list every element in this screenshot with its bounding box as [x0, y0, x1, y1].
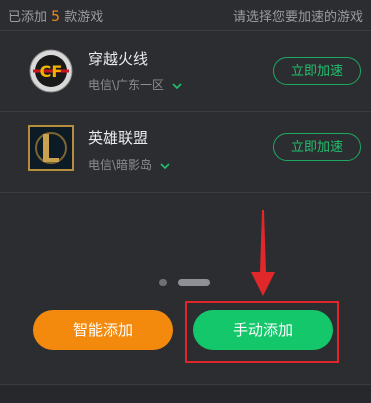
smart-add-button[interactable]: 智能添加	[33, 310, 173, 350]
accelerate-button[interactable]: 立即加速	[273, 133, 361, 161]
chevron-down-icon	[160, 159, 170, 173]
svg-text:CF: CF	[40, 62, 63, 81]
game-name: 英雄联盟	[88, 129, 149, 147]
added-prefix: 已添加	[8, 10, 48, 25]
server-label: 电信\广东一区	[88, 78, 165, 92]
game-row-crossfire: CF 穿越火线 电信\广东一区 立即加速	[0, 31, 371, 112]
annotation-arrow-icon	[251, 210, 275, 296]
page-dot[interactable]	[159, 279, 167, 286]
game-row-league-of-legends: 英雄联盟 电信\暗影岛 立即加速	[0, 112, 371, 193]
server-selector[interactable]: 电信\广东一区	[88, 76, 182, 93]
added-games-summary: 已添加 5 款游戏	[8, 6, 103, 25]
chevron-down-icon	[172, 79, 182, 93]
accelerate-button[interactable]: 立即加速	[273, 57, 361, 85]
server-selector[interactable]: 电信\暗影岛	[88, 156, 170, 173]
footer-bar	[0, 384, 371, 403]
header-bar: 已添加 5 款游戏 请选择您要加速的游戏	[0, 0, 371, 31]
game-name: 穿越火线	[88, 50, 149, 68]
select-game-hint: 请选择您要加速的游戏	[232, 10, 363, 25]
crossfire-logo-icon: CF	[28, 48, 74, 94]
server-label: 电信\暗影岛	[88, 158, 153, 172]
manual-add-button[interactable]: 手动添加	[193, 310, 333, 350]
league-of-legends-logo-icon	[28, 125, 74, 171]
added-count: 5	[51, 9, 61, 25]
added-suffix: 款游戏	[64, 10, 104, 25]
page-dot-active[interactable]	[178, 279, 210, 286]
